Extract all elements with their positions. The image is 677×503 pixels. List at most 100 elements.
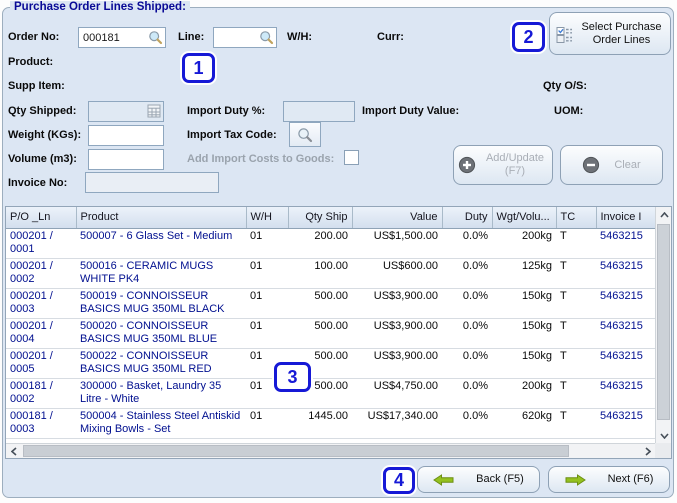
cell-tc: T xyxy=(556,408,596,438)
annotation-badge-4: 4 xyxy=(383,467,415,494)
scroll-up-icon[interactable] xyxy=(656,207,672,223)
cell-product: 500019 - CONNOISSEUR BASICS MUG 350ML BL… xyxy=(76,288,246,318)
checklist-icon xyxy=(556,24,573,44)
table-row[interactable]: 000201 / 0003500019 - CONNOISSEUR BASICS… xyxy=(6,288,656,318)
annotation-badge-1: 1 xyxy=(182,53,215,83)
cell-value: US$17,340.00 xyxy=(352,408,442,438)
cell-value: US$3,900.00 xyxy=(352,318,442,348)
column-header-product[interactable]: Product xyxy=(76,207,246,228)
clear-label: Clear xyxy=(614,159,640,172)
plus-circle-icon xyxy=(458,156,476,174)
import-duty-value-label: Import Duty Value: xyxy=(362,105,459,117)
minus-circle-icon xyxy=(582,156,600,174)
invoice-no-label: Invoice No: xyxy=(8,177,67,189)
column-header-qty_ship[interactable]: Qty Ship xyxy=(288,207,352,228)
scrollbar-corner xyxy=(655,443,671,458)
cell-duty: 0.0% xyxy=(442,228,492,258)
table-row[interactable]: 000201 / 0001500007 - 6 Glass Set - Medi… xyxy=(6,228,656,258)
cell-product: 500016 - CERAMIC MUGS WHITE PK4 xyxy=(76,258,246,288)
cell-product: 300000 - Basket, Laundry 35 Litre - Whit… xyxy=(76,378,246,408)
select-purchase-order-lines-label: Select Purchase Order Lines xyxy=(579,21,664,47)
scroll-left-icon[interactable] xyxy=(6,444,22,458)
cell-value: US$600.00 xyxy=(352,258,442,288)
import-tax-code-search-button[interactable] xyxy=(289,122,321,147)
order-no-search-icon[interactable] xyxy=(148,30,163,50)
column-header-duty[interactable]: Duty xyxy=(442,207,492,228)
column-header-value[interactable]: Value xyxy=(352,207,442,228)
purchase-order-lines-shipped-window: Purchase Order Lines Shipped: Order No: … xyxy=(0,0,677,503)
scroll-right-icon[interactable] xyxy=(640,444,656,458)
cell-wh: 01 xyxy=(246,408,288,438)
table-row[interactable]: 000181 / 0002300000 - Basket, Laundry 35… xyxy=(6,378,656,408)
add-update-button[interactable]: Add/Update (F7) xyxy=(453,145,553,185)
cell-qty_ship: 100.00 xyxy=(288,258,352,288)
table-row[interactable]: 000201 / 0004500020 - CONNOISSEUR BASICS… xyxy=(6,318,656,348)
cell-tc: T xyxy=(556,228,596,258)
supp-item-label: Supp Item: xyxy=(8,80,65,92)
cell-qty_ship: 500.00 xyxy=(288,318,352,348)
vertical-scrollbar-thumb[interactable] xyxy=(657,224,670,420)
line-search-icon[interactable] xyxy=(259,30,274,50)
cell-value: US$3,900.00 xyxy=(352,348,442,378)
column-header-wh[interactable]: W/H xyxy=(246,207,288,228)
add-update-label: Add/Update (F7) xyxy=(482,152,548,178)
cell-wgt_volume: 620kg xyxy=(492,408,556,438)
po-lines-table: P/O _LnProductW/HQty ShipValueDutyWgt/Vo… xyxy=(5,206,672,459)
horizontal-scrollbar-thumb[interactable] xyxy=(23,445,569,457)
cell-po_ln: 000201 / 0002 xyxy=(6,258,76,288)
cell-duty: 0.0% xyxy=(442,378,492,408)
cell-po_ln: 000201 / 0003 xyxy=(6,288,76,318)
weight-input[interactable] xyxy=(88,125,164,146)
cell-product: 500020 - CONNOISSEUR BASICS MUG 350ML BL… xyxy=(76,318,246,348)
qty-shipped-label: Qty Shipped: xyxy=(8,105,76,117)
volume-input[interactable] xyxy=(88,149,164,170)
qty-os-label: Qty O/S: xyxy=(543,80,587,92)
next-button[interactable]: Next (F6) xyxy=(548,466,670,493)
po-lines-table-grid: P/O _LnProductW/HQty ShipValueDutyWgt/Vo… xyxy=(6,207,657,439)
cell-invoice_no: 5463215 xyxy=(596,228,656,258)
uom-label: UOM: xyxy=(554,105,583,117)
column-header-invoice_no[interactable]: Invoice I xyxy=(596,207,656,228)
import-duty-pct-input[interactable] xyxy=(283,101,355,122)
scroll-down-icon[interactable] xyxy=(656,428,672,444)
column-header-wgt_volume[interactable]: Wgt/Volu... xyxy=(492,207,556,228)
cell-duty: 0.0% xyxy=(442,348,492,378)
add-import-costs-checkbox[interactable] xyxy=(344,150,359,165)
column-header-tc[interactable]: TC xyxy=(556,207,596,228)
table-row[interactable]: 000201 / 0005500022 - CONNOISSEUR BASICS… xyxy=(6,348,656,378)
cell-wh: 01 xyxy=(246,288,288,318)
back-label: Back (F5) xyxy=(476,473,524,486)
cell-wgt_volume: 200kg xyxy=(492,378,556,408)
cell-tc: T xyxy=(556,258,596,288)
invoice-no-input[interactable] xyxy=(85,172,219,193)
horizontal-scrollbar[interactable] xyxy=(6,443,656,458)
table-row[interactable]: 000181 / 0003500004 - Stainless Steel An… xyxy=(6,408,656,438)
import-tax-code-label: Import Tax Code: xyxy=(187,129,277,141)
calculator-icon[interactable] xyxy=(147,104,161,123)
cell-wgt_volume: 150kg xyxy=(492,318,556,348)
cell-qty_ship: 500.00 xyxy=(288,288,352,318)
cell-wgt_volume: 150kg xyxy=(492,288,556,318)
group-box-title: Purchase Order Lines Shipped: xyxy=(10,1,190,13)
cell-po_ln: 000201 / 0005 xyxy=(6,348,76,378)
column-header-po_ln[interactable]: P/O _Ln xyxy=(6,207,76,228)
wh-label: W/H: xyxy=(287,31,312,43)
table-row[interactable]: 000201 / 0002500016 - CERAMIC MUGS WHITE… xyxy=(6,258,656,288)
cell-wgt_volume: 125kg xyxy=(492,258,556,288)
cell-invoice_no: 5463215 xyxy=(596,348,656,378)
cell-tc: T xyxy=(556,288,596,318)
cell-value: US$3,900.00 xyxy=(352,288,442,318)
import-duty-pct-label: Import Duty %: xyxy=(187,105,265,117)
back-button[interactable]: Back (F5) xyxy=(417,466,540,493)
clear-button[interactable]: Clear xyxy=(560,145,663,185)
select-purchase-order-lines-button[interactable]: Select Purchase Order Lines xyxy=(549,12,671,55)
cell-po_ln: 000181 / 0003 xyxy=(6,408,76,438)
vertical-scrollbar[interactable] xyxy=(655,207,671,444)
cell-product: 500022 - CONNOISSEUR BASICS MUG 350ML RE… xyxy=(76,348,246,378)
cell-invoice_no: 5463215 xyxy=(596,288,656,318)
cell-tc: T xyxy=(556,348,596,378)
curr-label: Curr: xyxy=(377,31,404,43)
weight-label: Weight (KGs): xyxy=(8,129,81,141)
cell-duty: 0.0% xyxy=(442,258,492,288)
line-label: Line: xyxy=(178,31,204,43)
